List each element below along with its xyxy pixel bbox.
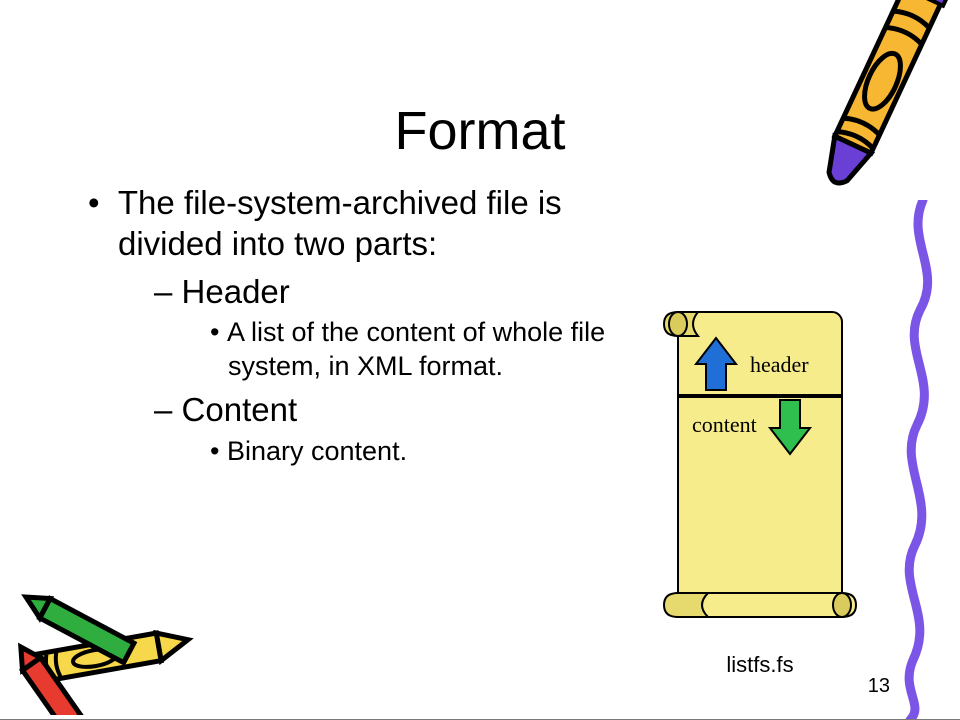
bullet-content-detail: Binary content. xyxy=(80,435,620,469)
diagram-content-label: content xyxy=(692,412,757,437)
crayon-icon xyxy=(790,0,960,215)
slide: Format The file-system-archived file is … xyxy=(0,0,960,720)
scroll-icon: header content xyxy=(660,290,860,640)
bullet-header-detail: A list of the content of whole file syst… xyxy=(80,316,620,384)
crayons-icon xyxy=(0,565,210,715)
bullet-content: Content xyxy=(80,389,620,430)
bullet-header: Header xyxy=(80,271,620,312)
diagram-caption: listfs.fs xyxy=(660,652,860,678)
page-number: 13 xyxy=(868,675,890,698)
squiggle-line-icon xyxy=(895,200,950,720)
scroll-diagram: header content listfs.fs xyxy=(660,290,860,678)
slide-body: The file-system-archived file is divided… xyxy=(80,182,620,468)
bullet-main: The file-system-archived file is divided… xyxy=(80,182,620,265)
diagram-header-label: header xyxy=(750,352,809,377)
